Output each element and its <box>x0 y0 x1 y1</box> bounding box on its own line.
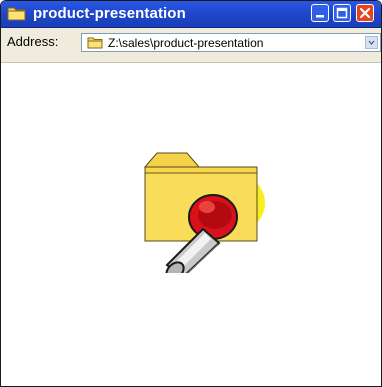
address-input[interactable]: Z:\sales\product-presentation <box>81 33 381 52</box>
address-label: Address: <box>7 34 59 49</box>
folder-content-area[interactable] <box>1 63 381 386</box>
explorer-window: product-presentation Address: Z:\sales\p… <box>0 0 382 387</box>
maximize-button[interactable] <box>333 4 351 22</box>
folder-icon <box>7 7 26 21</box>
close-icon <box>359 7 371 19</box>
window-title: product-presentation <box>33 5 186 22</box>
folder-icon <box>87 37 103 49</box>
maximize-icon <box>336 7 348 19</box>
chevron-down-icon <box>368 40 375 46</box>
folder-with-plunger-icon[interactable] <box>141 143 271 273</box>
title-bar[interactable]: product-presentation <box>1 1 381 28</box>
address-path: Z:\sales\product-presentation <box>108 36 264 50</box>
address-bar: Address: Z:\sales\product-presentation <box>1 28 381 63</box>
minimize-button[interactable] <box>311 4 329 22</box>
close-button[interactable] <box>356 4 374 22</box>
minimize-icon <box>316 15 324 18</box>
address-dropdown-button[interactable] <box>365 36 378 49</box>
